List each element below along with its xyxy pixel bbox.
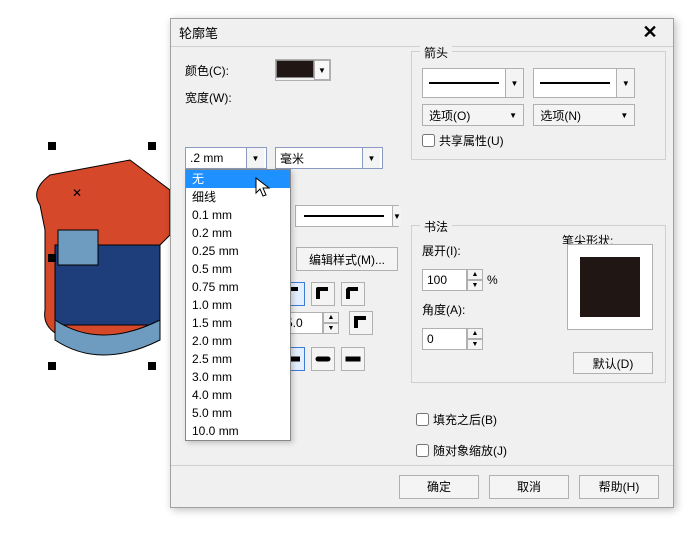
cap-round-button[interactable] — [311, 347, 335, 371]
arrow-start-options-button[interactable]: 选项(O)▼ — [422, 104, 524, 126]
nib-preview — [567, 244, 653, 330]
chevron-down-icon[interactable]: ▼ — [246, 148, 264, 168]
spin-down-icon[interactable]: ▼ — [467, 280, 483, 291]
width-option[interactable]: 0.75 mm — [186, 278, 290, 296]
line-style-combo[interactable]: ▼ — [295, 205, 399, 227]
spin-up-icon[interactable]: ▲ — [323, 312, 339, 323]
outline-pen-dialog: 轮廓笔 ✕ 颜色(C): ▼ 宽度(W): ▼ ▼ — [170, 18, 674, 508]
spin-down-icon[interactable]: ▼ — [467, 339, 483, 350]
width-input[interactable] — [186, 148, 246, 168]
corner-bevel-button[interactable] — [341, 282, 365, 306]
arrow-end-combo[interactable]: ▼ — [533, 68, 635, 98]
edit-style-button[interactable]: 编辑样式(M)... — [296, 247, 398, 271]
color-swatch — [276, 60, 314, 78]
scale-with-label: 随对象缩放(J) — [433, 442, 507, 459]
arrow-start-combo[interactable]: ▼ — [422, 68, 524, 98]
width-dropdown-list[interactable]: 无细线0.1 mm0.2 mm0.25 mm0.5 mm0.75 mm1.0 m… — [185, 169, 291, 441]
line-cap-group — [281, 347, 365, 371]
width-option[interactable]: 10.0 mm — [186, 422, 290, 440]
angle-label: 角度(A): — [422, 301, 476, 318]
width-option[interactable]: 5.0 mm — [186, 404, 290, 422]
width-option[interactable]: 2.0 mm — [186, 332, 290, 350]
width-option[interactable]: 无 — [186, 170, 290, 188]
color-picker[interactable]: ▼ — [275, 59, 331, 81]
width-option[interactable]: 1.5 mm — [186, 314, 290, 332]
cap-square-button[interactable] — [341, 347, 365, 371]
close-icon[interactable]: ✕ — [635, 22, 665, 43]
selection-handle[interactable] — [48, 254, 56, 262]
width-label: 宽度(W): — [185, 89, 275, 106]
calligraphy-title: 书法 — [420, 218, 452, 235]
width-option[interactable]: 0.5 mm — [186, 260, 290, 278]
width-combo[interactable]: ▼ — [185, 147, 267, 169]
corner-round-button[interactable] — [311, 282, 335, 306]
share-attrs-label: 共享属性(U) — [439, 132, 504, 149]
chevron-down-icon[interactable]: ▼ — [505, 69, 523, 97]
width-option[interactable]: 1.0 mm — [186, 296, 290, 314]
dialog-footer: 确定 取消 帮助(H) — [171, 465, 673, 507]
ok-button[interactable]: 确定 — [399, 475, 479, 499]
spin-down-icon[interactable]: ▼ — [323, 323, 339, 334]
arrowheads-title: 箭头 — [420, 44, 452, 61]
cancel-button[interactable]: 取消 — [489, 475, 569, 499]
share-attrs-checkbox[interactable] — [422, 134, 435, 147]
width-option[interactable]: 0.25 mm — [186, 242, 290, 260]
angle-input[interactable] — [422, 328, 467, 350]
chevron-down-icon[interactable]: ▼ — [362, 148, 380, 168]
help-button[interactable]: 帮助(H) — [579, 475, 659, 499]
selection-handle[interactable] — [148, 362, 156, 370]
corner-join-group — [281, 282, 365, 306]
spin-up-icon[interactable]: ▲ — [467, 269, 483, 280]
arrow-end-options-button[interactable]: 选项(N)▼ — [533, 104, 635, 126]
width-option[interactable]: 细线 — [186, 188, 290, 206]
chevron-down-icon[interactable]: ▼ — [392, 206, 401, 226]
stretch-label: 展开(I): — [422, 242, 476, 259]
dialog-title: 轮廓笔 — [179, 23, 218, 42]
chevron-down-icon[interactable]: ▼ — [314, 60, 330, 80]
calligraphy-group: 书法 展开(I): 笔尖形状: ▲ ▼ % 角度(A): — [411, 225, 666, 383]
width-option[interactable]: 4.0 mm — [186, 386, 290, 404]
behind-fill-checkbox[interactable] — [416, 413, 429, 426]
arrowheads-group: 箭头 ▼ ▼ 选项(O)▼ 选项(N)▼ 共享属性(U) — [411, 51, 666, 160]
titlebar: 轮廓笔 ✕ — [171, 19, 673, 47]
width-option[interactable]: 3.0 mm — [186, 368, 290, 386]
selection-handle[interactable] — [48, 362, 56, 370]
behind-fill-label: 填充之后(B) — [433, 411, 497, 428]
chevron-down-icon[interactable]: ▼ — [616, 69, 634, 97]
selection-handle[interactable] — [148, 142, 156, 150]
unit-combo[interactable]: ▼ — [275, 147, 383, 169]
nib-square — [580, 257, 640, 317]
miter-shape-preview — [349, 311, 373, 335]
width-option[interactable]: 0.2 mm — [186, 224, 290, 242]
stretch-input[interactable] — [422, 269, 467, 291]
stretch-spinner[interactable]: ▲ ▼ — [422, 269, 483, 291]
selection-handle[interactable] — [48, 142, 56, 150]
selection-center: ✕ — [72, 186, 82, 200]
spin-up-icon[interactable]: ▲ — [467, 328, 483, 339]
color-label: 颜色(C): — [185, 62, 275, 79]
angle-spinner[interactable]: ▲ ▼ — [422, 328, 483, 350]
stretch-unit: % — [487, 273, 498, 287]
unit-input[interactable] — [276, 148, 362, 168]
width-option[interactable]: 0.1 mm — [186, 206, 290, 224]
scale-with-checkbox[interactable] — [416, 444, 429, 457]
default-button[interactable]: 默认(D) — [573, 352, 653, 374]
width-option[interactable]: 2.5 mm — [186, 350, 290, 368]
